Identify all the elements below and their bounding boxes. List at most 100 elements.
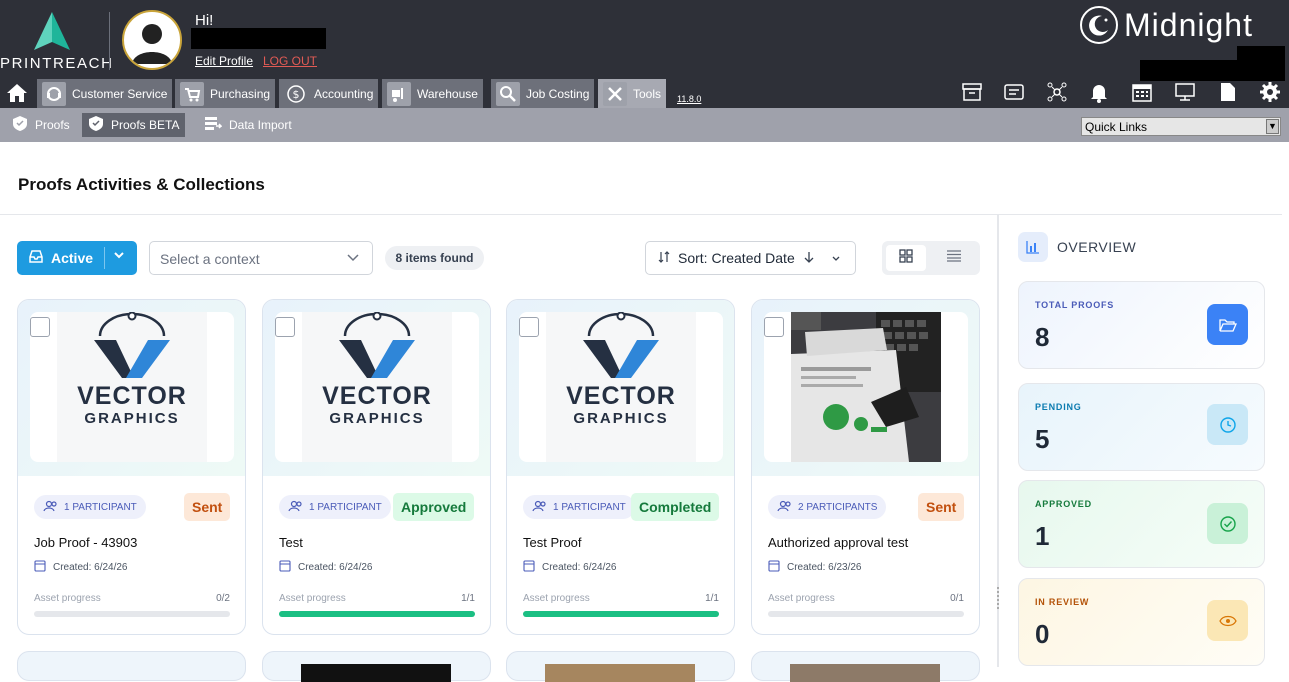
tools-icon bbox=[603, 81, 627, 106]
asset-progress-bar bbox=[279, 611, 475, 617]
asset-progress-value: 1/1 bbox=[705, 593, 719, 604]
stat-value: 5 bbox=[1035, 424, 1050, 454]
proof-thumbnail[interactable]: VECTOR GRAPHICS bbox=[30, 312, 234, 462]
tab-warehouse[interactable]: Warehouse bbox=[382, 79, 483, 108]
tab-label: Accounting bbox=[314, 86, 374, 101]
proof-card[interactable] bbox=[262, 651, 491, 682]
tab-job-costing[interactable]: Job Costing bbox=[491, 79, 595, 108]
tab-customer-service[interactable]: Customer Service bbox=[37, 79, 173, 108]
folder-open-icon bbox=[1207, 304, 1248, 345]
arrow-down-icon[interactable] bbox=[803, 250, 815, 266]
asset-progress-fill bbox=[523, 611, 719, 617]
sort-dropdown[interactable]: Sort: Created Date bbox=[645, 241, 856, 275]
vector-v-icon bbox=[94, 312, 170, 378]
context-select[interactable]: Select a context bbox=[149, 241, 373, 275]
logo-subtext: GRAPHICS bbox=[84, 410, 180, 427]
tab-label: Tools bbox=[633, 86, 662, 101]
stat-label: TOTAL PROOFS bbox=[1035, 300, 1115, 310]
quick-links-select[interactable]: Quick Links ▼ bbox=[1081, 117, 1281, 136]
logo-text: VECTOR bbox=[322, 382, 432, 410]
stat-approved[interactable]: APPROVED 1 bbox=[1018, 480, 1265, 568]
participants-badge[interactable]: 1 PARTICIPANT bbox=[279, 495, 391, 519]
proof-thumbnail[interactable] bbox=[764, 312, 968, 462]
gear-icon[interactable] bbox=[1259, 81, 1283, 105]
list-icon bbox=[946, 249, 962, 267]
sort-label: Sort: Created Date bbox=[678, 250, 795, 266]
stat-pending[interactable]: PENDING 5 bbox=[1018, 383, 1265, 471]
asset-progress-fill bbox=[279, 611, 475, 617]
grid-view-button[interactable] bbox=[886, 245, 926, 271]
shield-icon bbox=[12, 115, 28, 135]
chevron-down-icon[interactable] bbox=[831, 250, 841, 266]
magnifier-icon bbox=[496, 81, 520, 106]
header-divider bbox=[109, 12, 110, 70]
id-card-icon[interactable] bbox=[1003, 81, 1027, 105]
status-badge: Sent bbox=[918, 493, 965, 521]
moon-icon bbox=[1080, 6, 1118, 44]
stat-in-review[interactable]: IN REVIEW 0 bbox=[1018, 578, 1265, 666]
card-title: Authorized approval test bbox=[768, 535, 909, 550]
home-icon[interactable] bbox=[6, 82, 30, 106]
card-checkbox[interactable] bbox=[519, 317, 539, 337]
participants-badge[interactable]: 2 PARTICIPANTS bbox=[768, 495, 887, 519]
card-checkbox[interactable] bbox=[275, 317, 295, 337]
card-title: Job Proof - 43903 bbox=[34, 535, 138, 550]
divider bbox=[0, 214, 1282, 215]
subtab-data-import[interactable]: Data Import bbox=[198, 113, 298, 137]
chevron-down-icon[interactable]: ▼ bbox=[1266, 119, 1279, 134]
tab-accounting[interactable]: $ Accounting bbox=[279, 79, 379, 108]
calendar-icon[interactable] bbox=[1131, 81, 1155, 105]
status-badge: Approved bbox=[393, 493, 475, 521]
stat-label: PENDING bbox=[1035, 402, 1082, 412]
version-link[interactable]: 11.8.0 bbox=[677, 94, 701, 104]
proof-card[interactable] bbox=[751, 651, 980, 682]
asset-progress-value: 0/1 bbox=[950, 593, 964, 604]
active-filter-button[interactable]: Active bbox=[17, 241, 137, 275]
logout-link[interactable]: LOG OUT bbox=[263, 54, 317, 68]
card-checkbox[interactable] bbox=[764, 317, 784, 337]
printreach-logo[interactable]: PRINTREACH bbox=[0, 12, 112, 74]
calendar-icon bbox=[34, 559, 46, 575]
calendar-icon bbox=[523, 559, 535, 575]
avatar[interactable] bbox=[122, 10, 182, 70]
subtab-proofs-beta[interactable]: Proofs BETA bbox=[82, 113, 186, 137]
users-icon bbox=[43, 500, 59, 515]
panel-resize-handle[interactable] bbox=[995, 585, 1001, 613]
archive-icon[interactable] bbox=[961, 81, 985, 105]
bell-icon[interactable] bbox=[1088, 81, 1112, 105]
shield-icon bbox=[88, 115, 104, 135]
network-icon[interactable] bbox=[1046, 81, 1070, 105]
proof-thumbnail[interactable]: VECTOR GRAPHICS bbox=[275, 312, 479, 462]
proof-card[interactable] bbox=[506, 651, 735, 682]
tab-tools[interactable]: Tools bbox=[598, 79, 667, 108]
card-checkbox[interactable] bbox=[30, 317, 50, 337]
asset-progress-bar bbox=[34, 611, 230, 617]
subtab-label: Data Import bbox=[229, 118, 292, 132]
logo-text: VECTOR bbox=[77, 382, 187, 410]
chevron-down-icon[interactable] bbox=[112, 248, 126, 265]
subtab-proofs[interactable]: Proofs bbox=[6, 113, 76, 137]
monitor-icon[interactable] bbox=[1174, 81, 1198, 105]
stat-total-proofs[interactable]: TOTAL PROOFS 8 bbox=[1018, 281, 1265, 369]
proof-card[interactable]: VECTOR GRAPHICS 1 PARTICIPANT Completed … bbox=[506, 299, 735, 635]
participants-badge[interactable]: 1 PARTICIPANT bbox=[523, 495, 635, 519]
user-silhouette-icon bbox=[132, 24, 172, 64]
proof-card[interactable]: VECTOR GRAPHICS 1 PARTICIPANT Sent Job P… bbox=[17, 299, 246, 635]
proof-card[interactable]: 2 PARTICIPANTS Sent Authorized approval … bbox=[751, 299, 980, 635]
asset-progress-label: Asset progress bbox=[523, 593, 590, 604]
edit-profile-link[interactable]: Edit Profile bbox=[195, 54, 253, 68]
vector-v-icon bbox=[339, 312, 415, 378]
list-view-button[interactable] bbox=[934, 245, 974, 271]
tab-purchasing[interactable]: Purchasing bbox=[175, 79, 276, 108]
brand-name: Midnight bbox=[1124, 6, 1253, 43]
document-icon[interactable] bbox=[1217, 81, 1241, 105]
context-placeholder: Select a context bbox=[160, 251, 260, 267]
proof-card[interactable] bbox=[17, 651, 246, 681]
asset-progress-label: Asset progress bbox=[768, 593, 835, 604]
participants-label: 2 PARTICIPANTS bbox=[798, 501, 878, 513]
tab-label: Purchasing bbox=[210, 86, 271, 101]
participants-badge[interactable]: 1 PARTICIPANT bbox=[34, 495, 146, 519]
sort-arrows-icon bbox=[658, 250, 670, 266]
proof-thumbnail[interactable]: VECTOR GRAPHICS bbox=[519, 312, 723, 462]
proof-card[interactable]: VECTOR GRAPHICS 1 PARTICIPANT Approved T… bbox=[262, 299, 491, 635]
